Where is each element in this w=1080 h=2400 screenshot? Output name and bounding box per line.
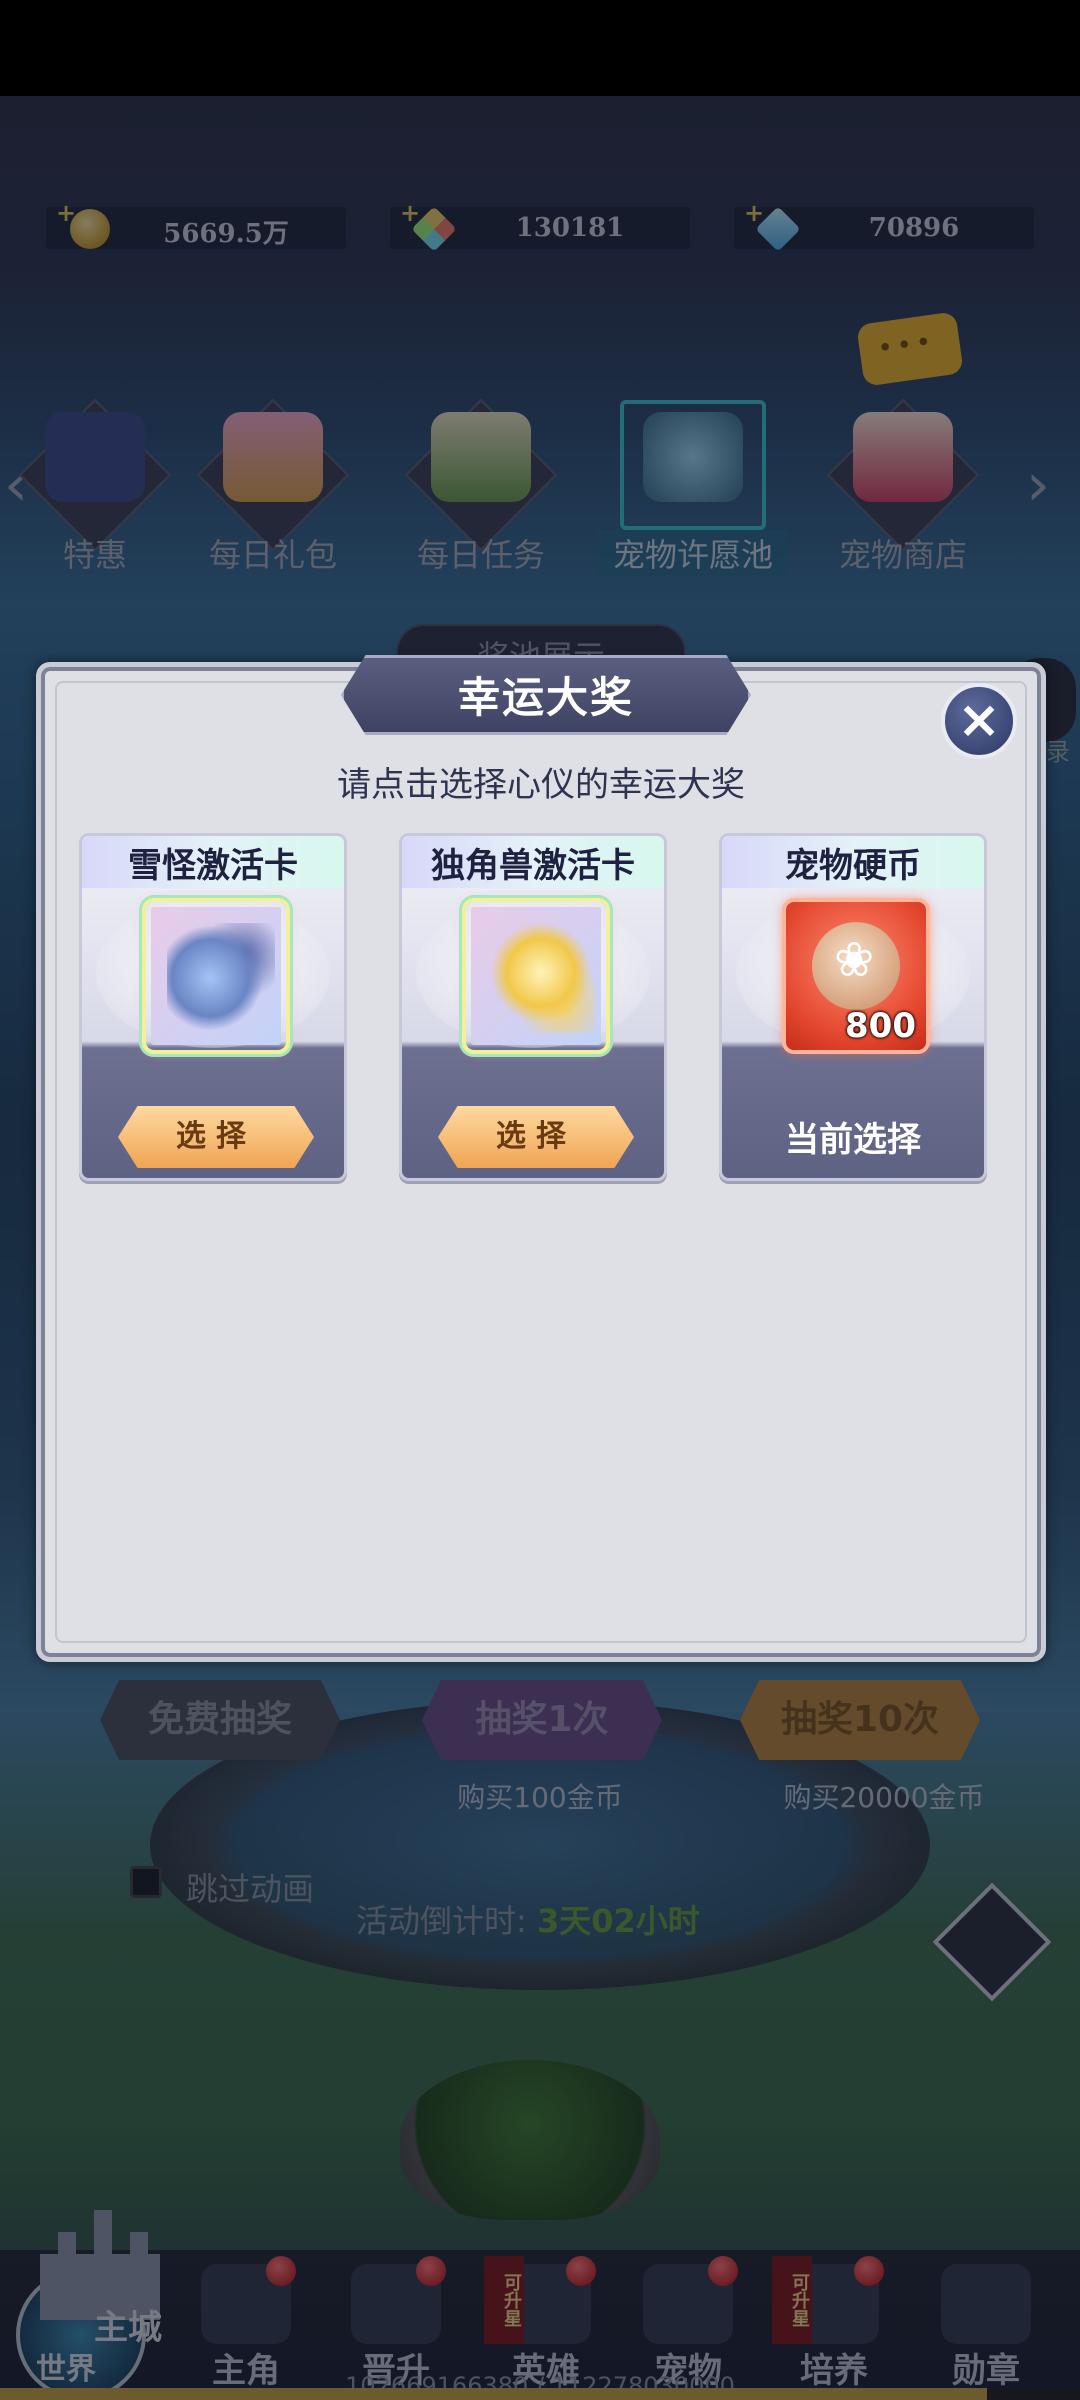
- select-yeti-button[interactable]: 选择: [118, 1106, 314, 1168]
- pet-coin-amount: 800: [845, 1006, 916, 1046]
- yeti-icon: [167, 923, 275, 1033]
- unicorn-card-portrait: [466, 902, 606, 1050]
- select-unicorn-button[interactable]: 选择: [438, 1106, 634, 1168]
- close-icon[interactable]: ×: [941, 683, 1017, 759]
- paw-coin-icon: [812, 922, 900, 1010]
- dialog-subtitle: 请点击选择心仪的幸运大奖: [337, 765, 745, 805]
- prize-card-unicorn[interactable]: 独角兽激活卡 选择: [399, 833, 667, 1181]
- yeti-card-portrait: [146, 902, 286, 1050]
- dialog-title: 幸运大奖: [341, 655, 751, 735]
- status-bar: [0, 0, 1080, 96]
- lucky-prize-dialog: 幸运大奖 × 请点击选择心仪的幸运大奖 雪怪激活卡 选择 独角兽激活卡 选择 宠…: [36, 655, 1046, 1662]
- prize-card-yeti[interactable]: 雪怪激活卡 选择: [79, 833, 347, 1181]
- prize-card-pet-coin[interactable]: 宠物硬币 800 当前选择: [719, 833, 987, 1181]
- unicorn-icon: [487, 923, 595, 1033]
- pet-coin-portrait: 800: [786, 902, 926, 1050]
- current-selection-label: 当前选择: [785, 1120, 921, 1160]
